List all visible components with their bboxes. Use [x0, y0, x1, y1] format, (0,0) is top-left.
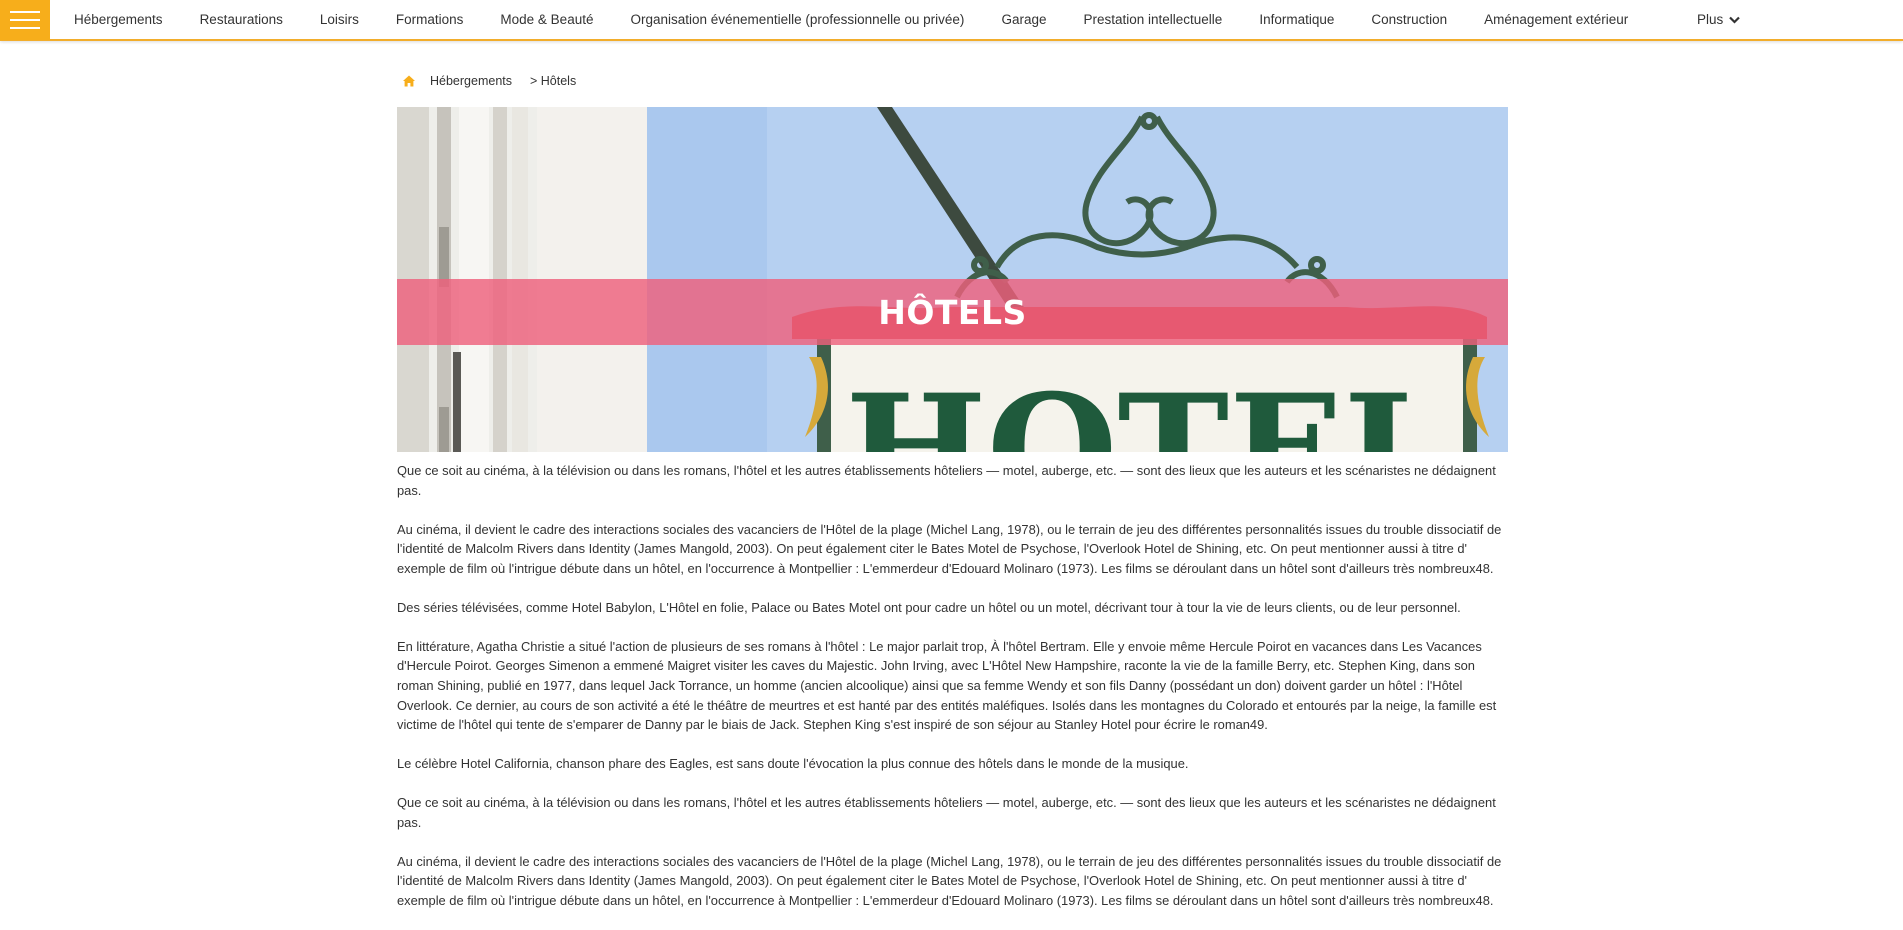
nav-item-amenagement-exterieur[interactable]: Aménagement extérieur	[1484, 12, 1628, 27]
nav-item-mode-beaute[interactable]: Mode & Beauté	[500, 12, 593, 27]
nav-item-garage[interactable]: Garage	[1001, 12, 1046, 27]
banner-title-strip: HÔTELS	[397, 279, 1508, 345]
article-body: Que ce soit au cinéma, à la télévision o…	[397, 461, 1509, 930]
article-paragraph: Que ce soit au cinéma, à la télévision o…	[397, 463, 1496, 498]
page-title: HÔTELS	[878, 292, 1027, 332]
menu-line-icon	[10, 10, 40, 13]
nav-item-loisirs[interactable]: Loisirs	[320, 12, 359, 27]
article-paragraph: En littérature, Agatha Christie a situé …	[397, 638, 1497, 733]
article-paragraph: Le célèbre Hotel California, chanson pha…	[397, 756, 1189, 772]
more-menu-button[interactable]: Plus	[1697, 0, 1741, 39]
hero-banner: HOTEL HÔTELS	[397, 107, 1508, 452]
hamburger-menu-button[interactable]	[0, 0, 50, 40]
top-navigation-bar: Hébergements Restaurations Loisirs Forma…	[0, 0, 1903, 41]
nav-item-formations[interactable]: Formations	[396, 12, 464, 27]
nav-item-informatique[interactable]: Informatique	[1259, 12, 1334, 27]
hotel-sign-text: HOTEL	[845, 362, 1449, 452]
more-menu-label: Plus	[1697, 12, 1724, 27]
nav-item-prestation-intellectuelle[interactable]: Prestation intellectuelle	[1083, 12, 1222, 27]
nav-item-restaurations[interactable]: Restaurations	[200, 12, 283, 27]
home-icon[interactable]	[402, 74, 416, 88]
breadcrumb-current: > Hôtels	[530, 74, 577, 88]
nav-item-construction[interactable]: Construction	[1371, 12, 1447, 27]
article-paragraph: Que ce soit au cinéma, à la télévision o…	[397, 795, 1496, 830]
breadcrumb-link-hebergements[interactable]: Hébergements	[430, 74, 512, 88]
article-paragraph: Au cinéma, il devient le cadre des inter…	[397, 521, 1502, 576]
category-nav: Hébergements Restaurations Loisirs Forma…	[74, 0, 1665, 39]
nav-item-organisation-evenementielle[interactable]: Organisation événementielle (professionn…	[630, 12, 964, 27]
article-paragraph: Des séries télévisées, comme Hotel Babyl…	[397, 599, 1461, 615]
menu-line-icon	[10, 26, 40, 29]
breadcrumb: Hébergements > Hôtels	[402, 72, 576, 90]
menu-line-icon	[10, 18, 40, 21]
article-paragraph: Au cinéma, il devient le cadre des inter…	[397, 853, 1502, 908]
chevron-down-icon	[1729, 16, 1741, 24]
nav-item-hebergements[interactable]: Hébergements	[74, 12, 163, 27]
